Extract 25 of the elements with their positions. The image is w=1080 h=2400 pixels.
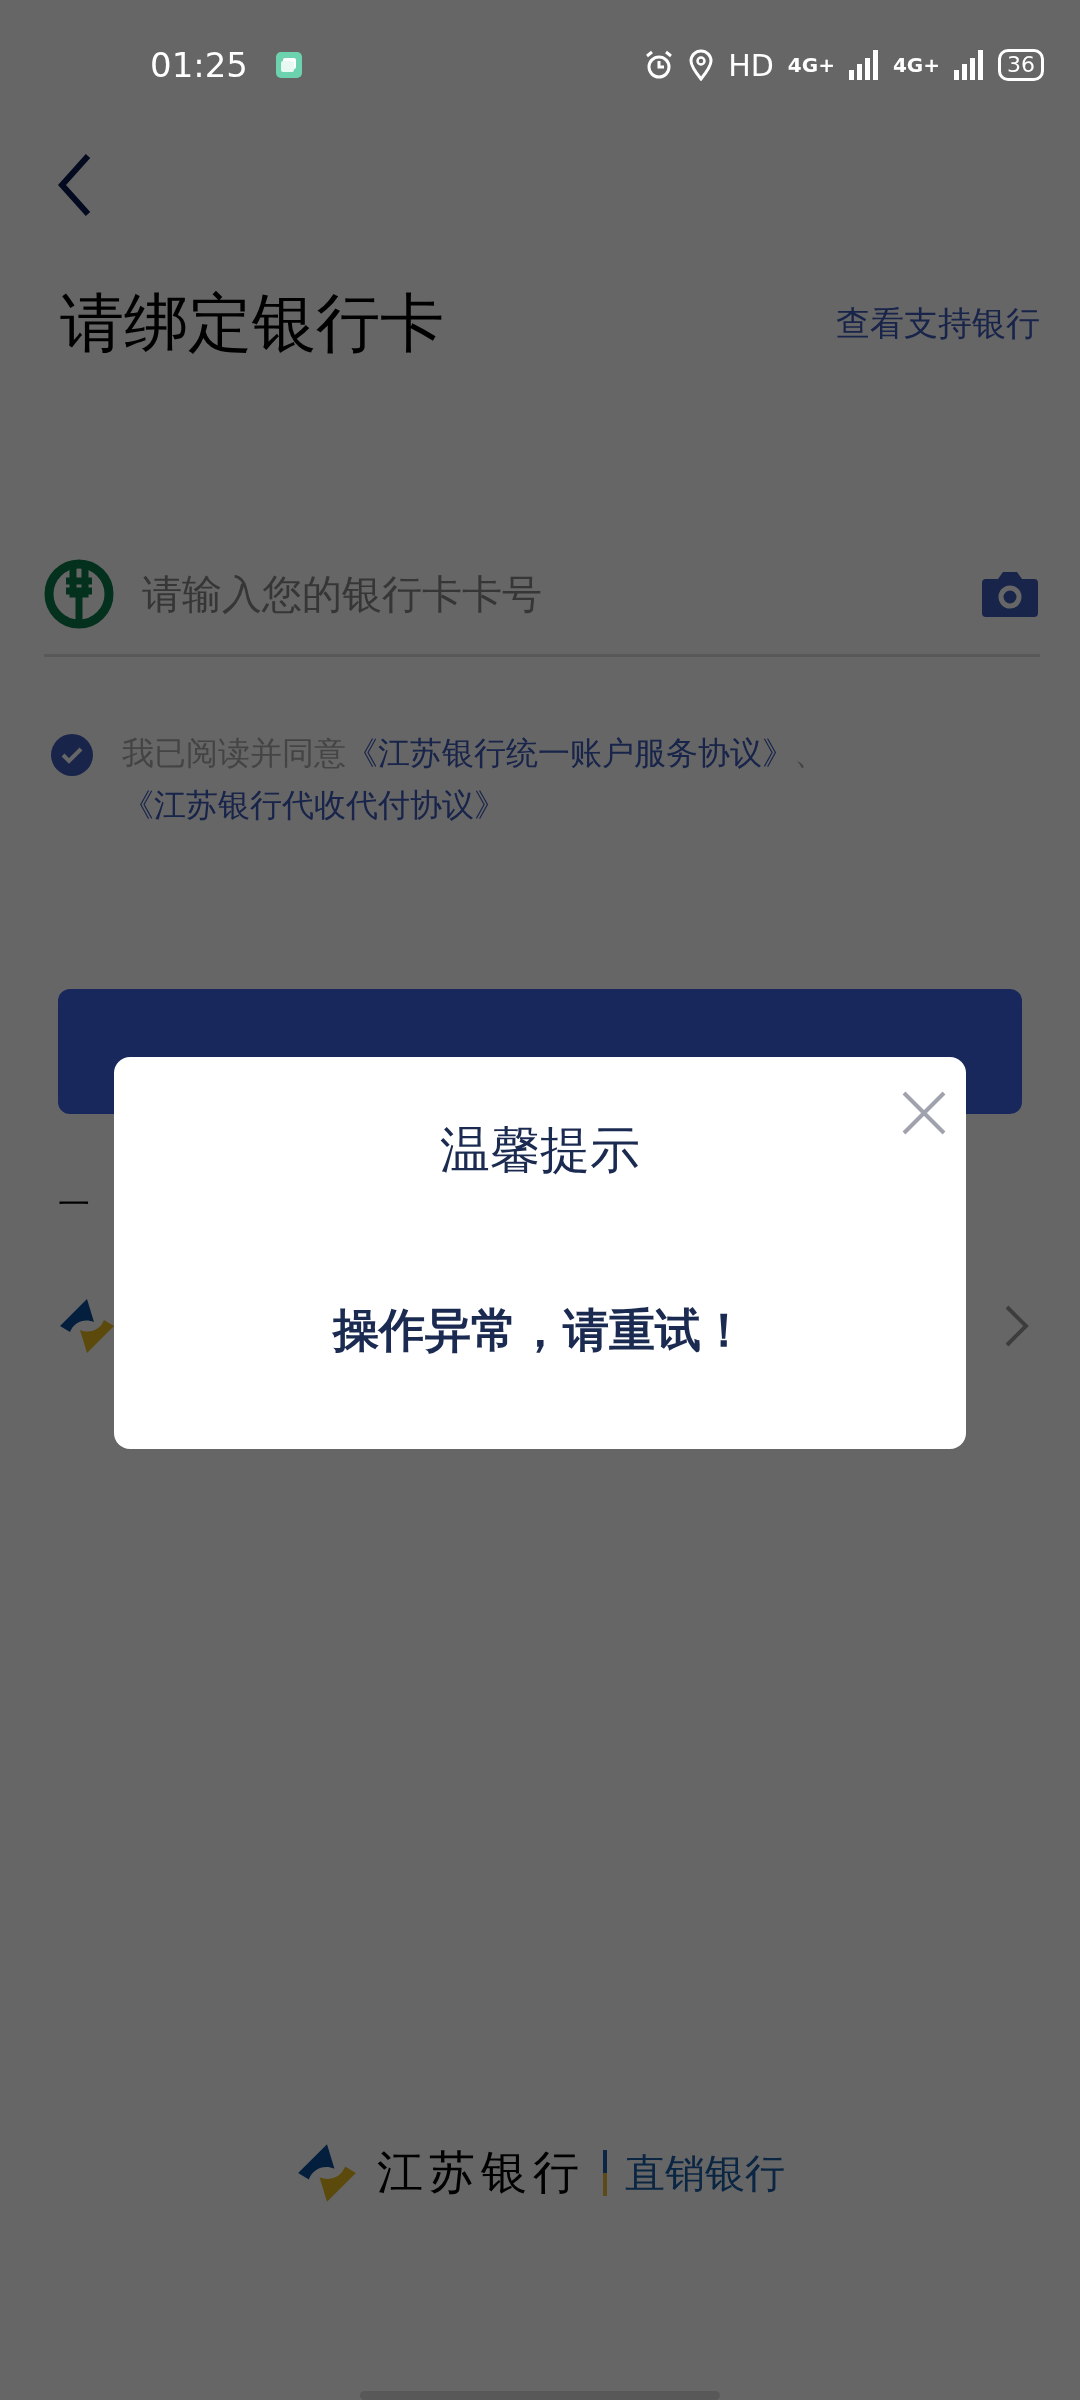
network-label: 4G+ <box>892 53 940 77</box>
agreement-checkbox[interactable] <box>50 733 94 777</box>
section-label: 一 <box>58 1184 90 1225</box>
agreement-link[interactable]: 《江苏银行代收代付协议》 <box>122 786 506 824</box>
dialog-message: 操作异常，请重试！ <box>333 1302 747 1359</box>
status-time: 01:25 <box>150 45 248 85</box>
close-icon[interactable] <box>902 1091 946 1135</box>
bank-logo-icon <box>44 559 114 629</box>
signal-icon <box>848 50 879 80</box>
bank-name: 江苏银行 <box>377 2144 585 2201</box>
hd-label: HD <box>728 47 774 83</box>
page-title: 请绑定银行卡 <box>60 285 444 362</box>
bank-logo-icon <box>58 1297 116 1355</box>
location-icon <box>688 49 715 81</box>
signal-icon <box>954 50 984 80</box>
battery-level: 36 <box>998 49 1044 81</box>
product-name: 直销银行 <box>625 2148 785 2198</box>
supported-banks-link[interactable]: 查看支持银行 <box>836 300 1040 347</box>
chevron-right-icon[interactable] <box>1004 1304 1030 1348</box>
camera-icon[interactable] <box>980 569 1040 619</box>
alarm-icon <box>644 50 675 80</box>
agreement-link[interactable]: 《江苏银行统一账户服务协议》 <box>346 734 794 772</box>
network-label: 4G+ <box>787 53 835 77</box>
dialog-title: 温馨提示 <box>440 1120 640 1181</box>
app-notification-icon <box>276 52 302 78</box>
